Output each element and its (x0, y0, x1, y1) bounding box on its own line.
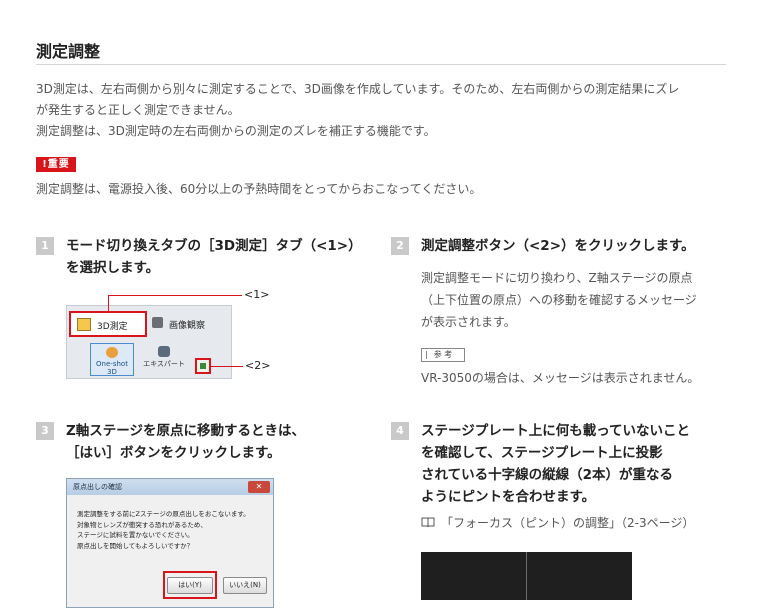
step-2-body-line-2: （上下位置の原点）への移動を確認するメッセージ (421, 293, 697, 307)
step-4-heading-line-2: を確認して、ステージプレート上に投影 (421, 445, 663, 461)
intro-line-1: 3D測定は、左右両側から別々に測定することで、3D画像を作成しています。そのため… (36, 82, 680, 96)
oneshot-icon (106, 347, 118, 358)
intro-line-3: 測定調整は、3D測定時の左右両側からの測定のズレを補正する機能です。 (36, 124, 436, 138)
3d-measure-icon (77, 318, 91, 331)
important-label: 重要 (47, 159, 70, 170)
step-2-number: 2 (391, 237, 409, 255)
expert-label: エキスパート (143, 360, 185, 368)
dialog-message: 測定調整をする前にZステージの原点出しをおこないます。 対象物とレンズが衝突する… (77, 509, 267, 551)
dialog-title: 原点出しの確認 (67, 479, 273, 495)
step-4-number: 4 (391, 422, 409, 440)
step-3-heading-line-1: Z軸ステージを原点に移動するときは、 (66, 423, 306, 439)
adjust-icon (200, 363, 206, 369)
step-2-body: 測定調整モードに切り換わり、Z軸ステージの原点 （上下位置の原点）への移動を確認… (421, 267, 697, 333)
oneshot-3d-button[interactable]: One-shot 3D (90, 343, 134, 376)
tab-3d-measure-label: 3D測定 (97, 322, 128, 332)
dialog-message-line-1: 測定調整をする前にZステージの原点出しをおこないます。 (77, 510, 250, 518)
step-2-body-line-3: が表示されます。 (421, 315, 516, 329)
step-4-heading-line-4: ようにピントを合わせます。 (421, 489, 596, 505)
step-4-heading-line-1: ステージプレート上に何も載っていないこと (421, 423, 691, 439)
step-2-heading: 測定調整ボタン（<2>）をクリックします。 (421, 238, 695, 254)
title-divider (36, 64, 726, 65)
step-4-heading-line-3: されている十字線の縦線（2本）が重なる (421, 467, 673, 483)
callout-1-leader-vertical (108, 295, 109, 312)
step-2-body-line-1: 測定調整モードに切り換わり、Z軸ステージの原点 (421, 271, 693, 285)
step-1-number: 1 (36, 237, 54, 255)
crosshair-vertical-line (526, 552, 527, 600)
callout-2-leader (211, 366, 243, 367)
callout-1-leader-horizontal (108, 295, 242, 296)
close-icon[interactable]: ✕ (248, 481, 270, 493)
tab-image-observe[interactable]: 画像観察 (149, 312, 229, 336)
expert-button[interactable]: エキスパート (142, 343, 186, 376)
important-text: 測定調整は、電源投入後、60分以上の予熱時間をとってからおこなってください。 (36, 182, 482, 196)
yes-button[interactable]: はい(Y) (167, 577, 213, 594)
no-button[interactable]: いいえ(N) (223, 577, 267, 594)
step-1-heading-line-2: を選択します。 (66, 260, 160, 276)
step-2-reference-text: VR-3050の場合は、メッセージは表示されません。 (421, 371, 700, 385)
step-3-heading: Z軸ステージを原点に移動するときは、 ［はい］ボタンをクリックします。 (66, 420, 305, 464)
tab-image-observe-label: 画像観察 (169, 321, 206, 331)
tab-3d-measure[interactable]: 3D測定 (69, 311, 147, 337)
step-1-heading: モード切り換えタブの［3D測定］タブ（<1>） を選択します。 (66, 235, 362, 279)
reference-tag: 参 考 (421, 348, 465, 362)
step-4-reference-text: 「フォーカス（ピント）の調整」（2-3ページ） (441, 516, 695, 530)
dialog-message-line-3: ステージに試料を置かないでください。 (77, 531, 194, 539)
expert-icon (158, 346, 170, 357)
oneshot-label: One-shot 3D (96, 360, 128, 376)
measurement-adjust-button[interactable] (195, 358, 211, 374)
step-3-heading-line-2: ［はい］ボタンをクリックします。 (66, 445, 281, 461)
important-badge: !重要 (36, 157, 76, 172)
book-icon (421, 517, 435, 528)
step-3-number: 3 (36, 422, 54, 440)
intro-line-2: が発生すると正しく測定できません。 (36, 103, 240, 117)
dialog-message-line-4: 原点出しを開始してもよろしいですか？ (77, 541, 194, 550)
page-title: 測定調整 (36, 42, 101, 61)
callout-2-label: <2> (245, 359, 271, 372)
step-1-heading-line-1: モード切り換えタブの［3D測定］タブ（<1>） (66, 238, 362, 254)
callout-1-label: <1> (244, 288, 270, 301)
microscope-icon (152, 317, 163, 328)
intro-text: 3D測定は、左右両側から別々に測定することで、3D画像を作成しています。そのため… (36, 79, 726, 142)
dialog-message-line-2: 対象物とレンズが衝突する恐れがあるため、 (77, 520, 207, 529)
step-4-heading: ステージプレート上に何も載っていないこと を確認して、ステージプレート上に投影 … (421, 420, 690, 508)
origin-confirm-dialog: 原点出しの確認 ✕ 測定調整をする前にZステージの原点出しをおこないます。 対象… (66, 478, 274, 608)
